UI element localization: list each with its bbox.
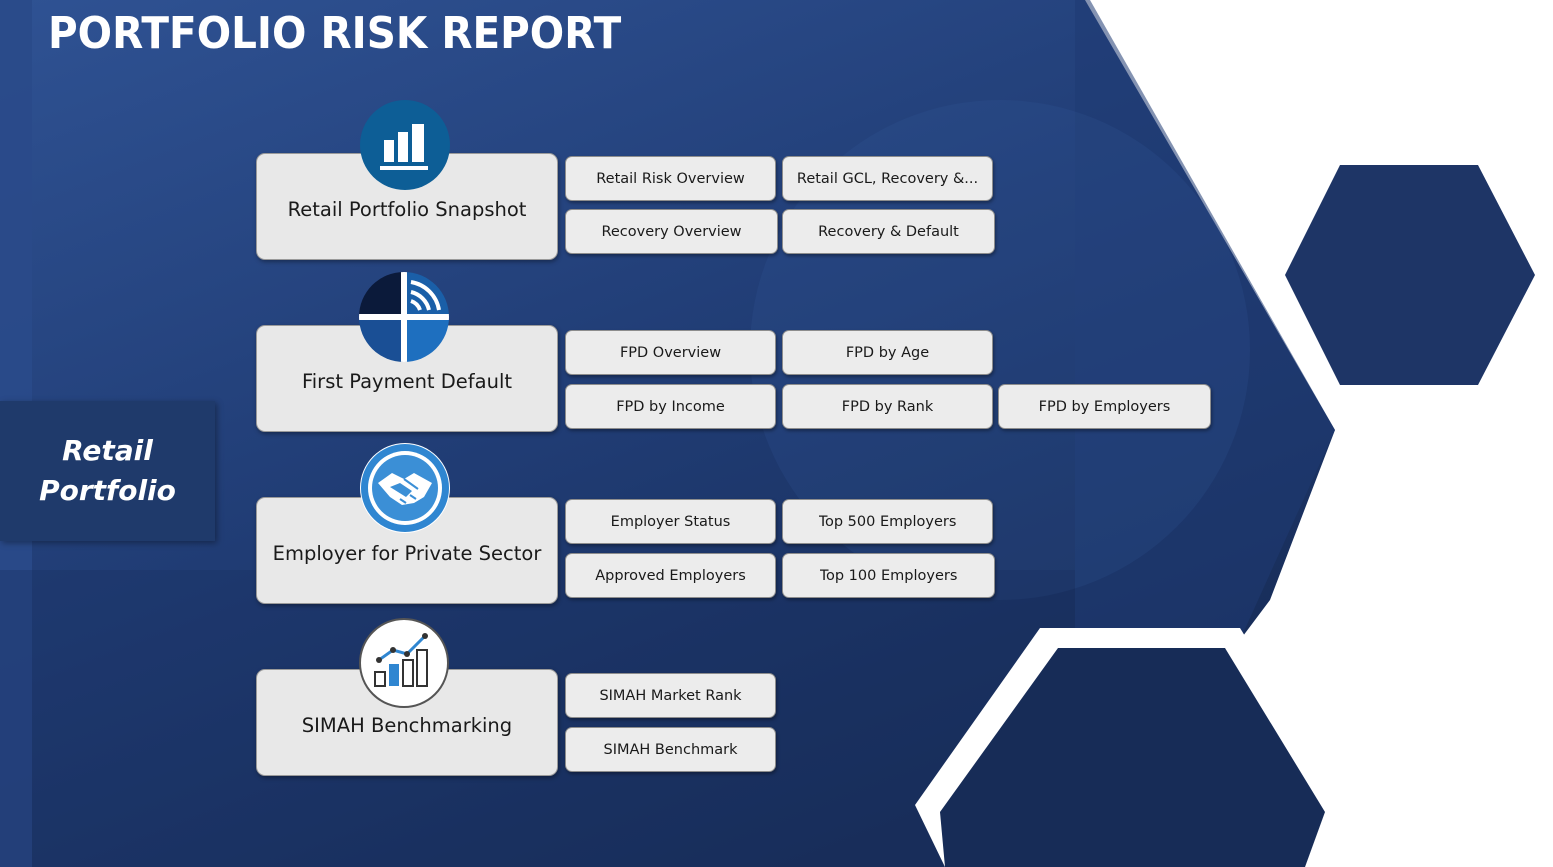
simah-market-rank-button[interactable]: SIMAH Market Rank	[565, 673, 776, 718]
background-graphic	[0, 0, 1553, 867]
approved-employers-button[interactable]: Approved Employers	[565, 553, 776, 598]
top-100-employers-button[interactable]: Top 100 Employers	[782, 553, 995, 598]
retail-portfolio-panel: Retail Portfolio	[0, 401, 215, 541]
page-title: PORTFOLIO RISK REPORT	[48, 8, 622, 59]
top-500-employers-button[interactable]: Top 500 Employers	[782, 499, 993, 544]
retail-risk-overview-button[interactable]: Retail Risk Overview	[565, 156, 776, 201]
fpd-overview-button[interactable]: FPD Overview	[565, 330, 776, 375]
recovery-overview-button[interactable]: Recovery Overview	[565, 209, 778, 254]
fpd-by-age-button[interactable]: FPD by Age	[782, 330, 993, 375]
section-label: SIMAH Benchmarking	[301, 714, 513, 737]
radar-crosshair-icon	[359, 272, 449, 362]
fpd-by-employers-button[interactable]: FPD by Employers	[998, 384, 1211, 429]
section-label: Employer for Private Sector	[272, 542, 542, 565]
growth-chart-icon	[359, 618, 449, 708]
fpd-by-rank-button[interactable]: FPD by Rank	[782, 384, 993, 429]
bar-chart-icon	[360, 100, 450, 190]
employer-status-button[interactable]: Employer Status	[565, 499, 776, 544]
handshake-icon	[360, 443, 450, 533]
side-panel-label: Retail Portfolio	[39, 434, 176, 507]
section-label: Retail Portfolio Snapshot	[287, 198, 527, 221]
simah-benchmark-button[interactable]: SIMAH Benchmark	[565, 727, 776, 772]
fpd-by-income-button[interactable]: FPD by Income	[565, 384, 776, 429]
retail-gcl-recovery-button[interactable]: Retail GCL, Recovery &...	[782, 156, 993, 201]
section-label: First Payment Default	[301, 370, 513, 393]
recovery-default-button[interactable]: Recovery & Default	[782, 209, 995, 254]
